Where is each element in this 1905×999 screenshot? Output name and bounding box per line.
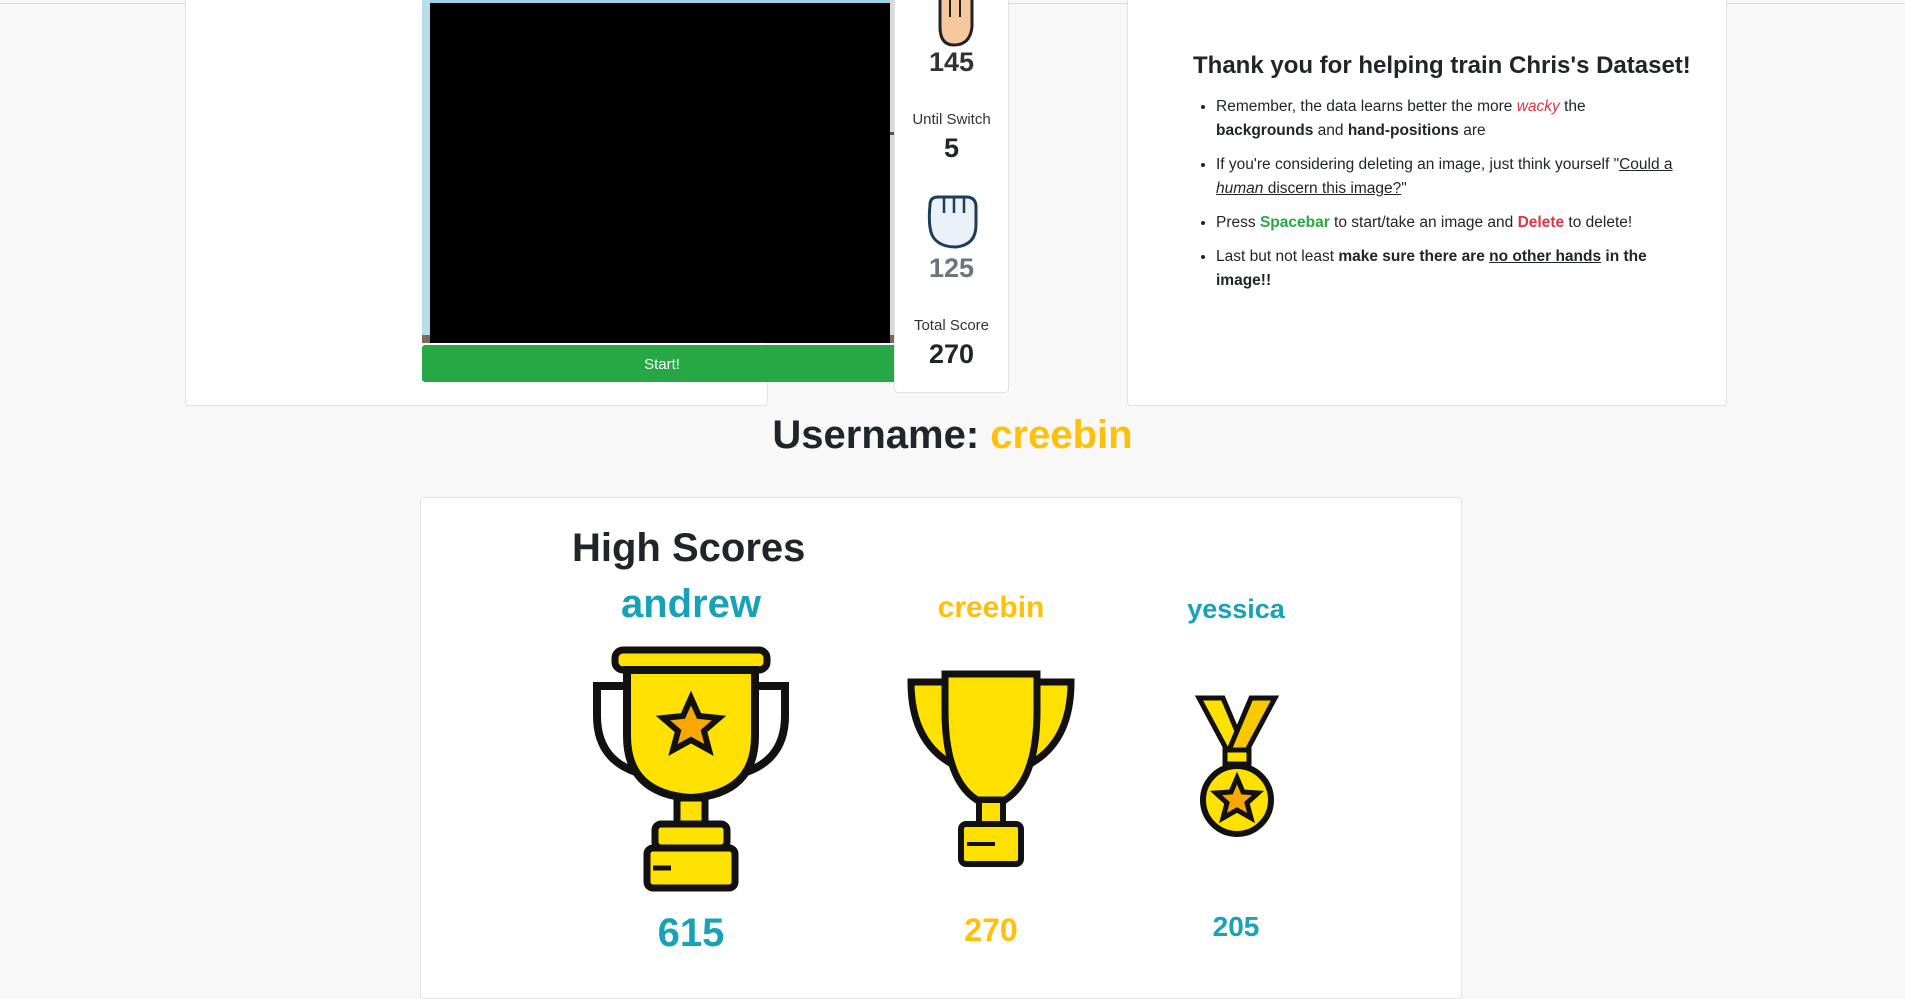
instruction-item: Remember, the data learns better the mor… — [1216, 95, 1686, 143]
gold-trophy-icon — [591, 646, 791, 899]
instruction-item: Press Spacebar to start/take an image an… — [1216, 211, 1686, 235]
open-hand-count: 145 — [928, 47, 975, 77]
username-heading: Username: creebin — [0, 413, 1905, 458]
webcam-video — [422, 0, 902, 343]
high-score-value-2: 270 — [964, 912, 1018, 948]
instructions-list: Remember, the data learns better the mor… — [1192, 95, 1686, 303]
camera-card: Start! — [185, 0, 902, 406]
open-hand-icon — [895, 0, 1008, 52]
username-value: creebin — [990, 413, 1133, 457]
instructions-card: Thank you for helping train Chris's Data… — [1127, 0, 1727, 406]
total-score-value: 270 — [928, 339, 975, 369]
medal-icon — [1193, 694, 1281, 849]
until-switch-label: Until Switch — [912, 111, 991, 128]
high-score-value-3: 205 — [1212, 911, 1260, 942]
counter-card: 145 Until Switch 5 125 Total Score 270 — [894, 0, 1009, 393]
until-switch-value: 5 — [943, 133, 960, 163]
instruction-item: If you're considering deleting an image,… — [1216, 153, 1686, 201]
username-label: Username: — [772, 413, 991, 457]
high-scores-title: High Scores — [572, 526, 806, 570]
silver-trophy-icon — [905, 670, 1077, 875]
high-score-name-3: yessica — [1187, 594, 1285, 624]
instructions-title: Thank you for helping train Chris's Data… — [1193, 52, 1691, 79]
high-scores-card: High Scores andrew 615 creebin 270 yessi… — [420, 497, 1462, 999]
start-button[interactable]: Start! — [422, 345, 902, 382]
fist-count: 125 — [928, 253, 975, 283]
high-score-name-1: andrew — [620, 582, 762, 626]
webcam-feed-blackout — [430, 3, 890, 343]
high-score-name-2: creebin — [937, 591, 1045, 624]
total-score-label: Total Score — [913, 317, 990, 334]
high-score-value-1: 615 — [657, 911, 725, 955]
instruction-item: Last but not least make sure there are n… — [1216, 245, 1686, 293]
fist-icon — [895, 191, 1008, 256]
